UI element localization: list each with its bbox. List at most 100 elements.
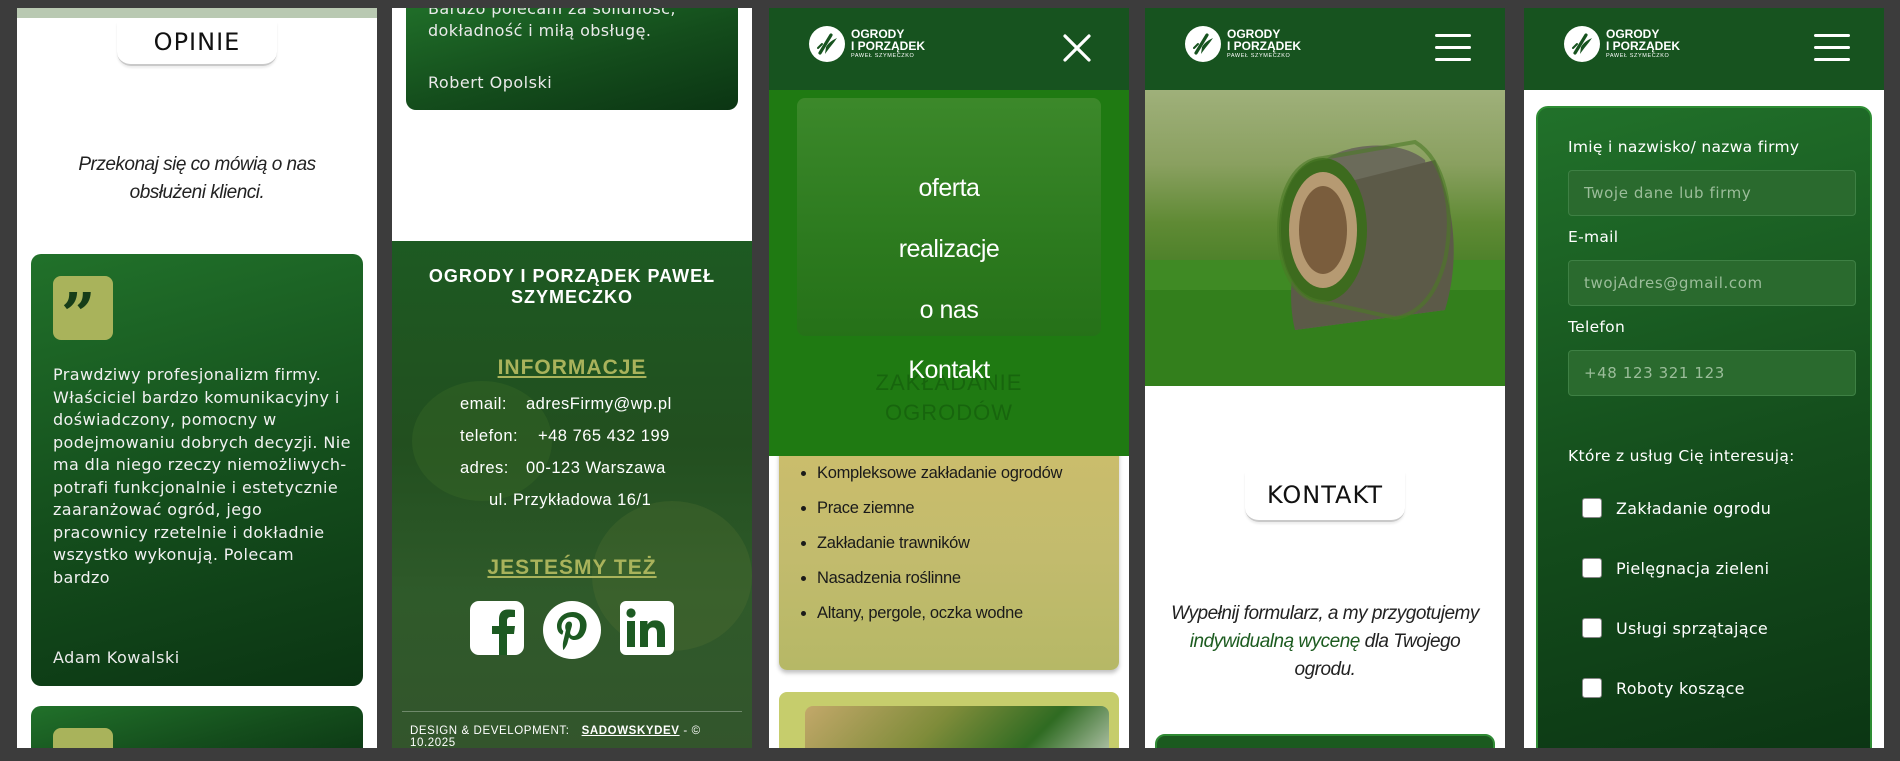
menu-item-o-nas[interactable]: o nas bbox=[769, 296, 1129, 325]
mobile-nav-menu: ZAKŁADANIE OGRODÓW oferta realizacje o n… bbox=[769, 90, 1129, 456]
email-input[interactable]: twojAdres@gmail.com bbox=[1568, 260, 1856, 306]
checkbox-box[interactable] bbox=[1582, 678, 1602, 698]
logo-wordmark: OGRODY I PORZĄDEK PAWEŁ SZYMECZKO bbox=[851, 28, 925, 60]
hamburger-menu-icon[interactable] bbox=[1814, 34, 1850, 62]
section-title-contact: KONTAKT bbox=[1245, 472, 1405, 522]
checkbox-box[interactable] bbox=[1582, 498, 1602, 518]
contact-lead: Wypełnij formularz, a my przygotujemy in… bbox=[1165, 600, 1485, 684]
logo-icon bbox=[1564, 26, 1600, 62]
footer-phone-label: telefon: bbox=[460, 427, 519, 445]
linkedin-icon[interactable] bbox=[620, 601, 674, 659]
contact-form-top-edge bbox=[1155, 734, 1495, 748]
screen-contact-intro: OGRODY I PORZĄDEK PAWEŁ SZYMECZKO KONTAK… bbox=[1145, 8, 1505, 748]
credits-label: DESIGN & DEVELOPMENT: bbox=[410, 725, 570, 737]
pinterest-icon[interactable] bbox=[543, 601, 601, 663]
review-card bbox=[31, 706, 363, 748]
service-list-item: Zakładanie trawników bbox=[817, 532, 1107, 554]
logo-line: PAWEŁ SZYMECZKO bbox=[1606, 53, 1670, 60]
screen-opinions: OPINIE Przekonaj się co mówią o nas obsł… bbox=[17, 8, 377, 748]
service-checkbox-sprzatanie[interactable]: Usługi sprzątające bbox=[1582, 618, 1768, 638]
screen-contact-form: OGRODY I PORZĄDEK PAWEŁ SZYMECZKO Imię i… bbox=[1524, 8, 1884, 748]
menu-item-realizacje[interactable]: realizacje bbox=[769, 235, 1129, 264]
site-header: OGRODY I PORZĄDEK PAWEŁ SZYMECZKO bbox=[1524, 8, 1884, 90]
quote-icon bbox=[53, 728, 113, 748]
header-edge bbox=[17, 8, 377, 18]
phone-label: Telefon bbox=[1568, 318, 1626, 336]
logo-wordmark: OGRODY I PORZĄDEK PAWEŁ SZYMECZKO bbox=[1606, 28, 1680, 60]
credits-brand-link[interactable]: SADOWSKYDEV bbox=[582, 725, 680, 737]
phone-input[interactable]: +48 123 321 123 bbox=[1568, 350, 1856, 396]
service-checkbox-pielegnacja[interactable]: Pielęgnacja zieleni bbox=[1582, 558, 1769, 578]
review-card: Bardzo polecam za solidność, dokładność … bbox=[406, 8, 738, 110]
hamburger-menu-icon[interactable] bbox=[1435, 34, 1471, 62]
logo-line: PAWEŁ SZYMECZKO bbox=[1227, 53, 1291, 60]
email-label: E-mail bbox=[1568, 228, 1619, 246]
footer-company-name: OGRODY I PORZĄDEK PAWEŁ SZYMECZKO bbox=[428, 266, 716, 307]
service-card: Kompleksowe zakładanie ogrodów Prace zie… bbox=[779, 448, 1119, 670]
review-author: Adam Kowalski bbox=[53, 648, 180, 667]
review-card: ” Prawdziwy profesjonalizm firmy. Właści… bbox=[31, 254, 363, 686]
footer-email[interactable]: email: adresFirmy@wp.pl bbox=[460, 395, 672, 414]
footer-address-line1: 00-123 Warszawa bbox=[526, 459, 666, 477]
name-label: Imię i nazwisko/ nazwa firmy bbox=[1568, 138, 1800, 156]
footer-email-label: email: bbox=[460, 395, 508, 413]
footer-info-heading[interactable]: INFORMACJE bbox=[392, 356, 752, 380]
review-text: Prawdziwy profesjonalizm firmy. Właścici… bbox=[53, 365, 351, 587]
logo-line: PAWEŁ SZYMECZKO bbox=[851, 53, 915, 60]
site-logo[interactable]: OGRODY I PORZĄDEK PAWEŁ SZYMECZKO bbox=[1564, 26, 1680, 62]
service-list: Kompleksowe zakładanie ogrodów Prace zie… bbox=[817, 462, 1107, 637]
contact-lead-part: Wypełnij formularz, a my przygotujemy bbox=[1171, 603, 1479, 624]
footer-address-label: adres: bbox=[460, 459, 509, 477]
logo-line: I PORZĄDEK bbox=[851, 39, 926, 54]
facebook-icon[interactable] bbox=[470, 601, 524, 659]
logo-wordmark: OGRODY I PORZĄDEK PAWEŁ SZYMECZKO bbox=[1227, 28, 1301, 60]
checkbox-label[interactable]: Zakładanie ogrodu bbox=[1616, 499, 1771, 518]
review-text-line: Bardzo polecam za solidność, bbox=[428, 8, 676, 18]
site-logo[interactable]: OGRODY I PORZĄDEK PAWEŁ SZYMECZKO bbox=[809, 26, 925, 62]
service-photo bbox=[805, 706, 1109, 748]
checkbox-label[interactable]: Pielęgnacja zieleni bbox=[1616, 559, 1769, 578]
logo-line: I PORZĄDEK bbox=[1606, 39, 1681, 54]
footer-address-line2: ul. Przykładowa 16/1 bbox=[489, 491, 652, 509]
footer-divider bbox=[402, 711, 742, 712]
site-logo[interactable]: OGRODY I PORZĄDEK PAWEŁ SZYMECZKO bbox=[1185, 26, 1301, 62]
checkbox-box[interactable] bbox=[1582, 618, 1602, 638]
services-question: Które z usług Cię interesują: bbox=[1568, 447, 1795, 465]
contact-lead-highlight: indywidualną wycenę bbox=[1189, 631, 1361, 652]
review-author: Robert Opolski bbox=[428, 73, 553, 92]
name-input[interactable]: Twoje dane lub firmy bbox=[1568, 170, 1856, 216]
footer-email-value[interactable]: adresFirmy@wp.pl bbox=[526, 395, 672, 413]
service-list-item: Kompleksowe zakładanie ogrodów bbox=[817, 462, 1107, 484]
footer-phone[interactable]: telefon: +48 765 432 199 bbox=[460, 427, 670, 446]
service-checkbox-zakladanie[interactable]: Zakładanie ogrodu bbox=[1582, 498, 1771, 518]
ghost-title-line: OGRODÓW bbox=[885, 400, 1013, 425]
section-title-opinions: OPINIE bbox=[117, 22, 277, 66]
footer-phone-value[interactable]: +48 765 432 199 bbox=[538, 427, 670, 445]
opinions-lead: Przekonaj się co mówią o nas obsłużeni k… bbox=[78, 154, 316, 203]
menu-item-kontakt[interactable]: Kontakt bbox=[769, 356, 1129, 385]
logo-icon bbox=[1185, 26, 1221, 62]
logo-icon bbox=[809, 26, 845, 62]
checkbox-label[interactable]: Roboty koszące bbox=[1616, 679, 1745, 698]
site-header: OGRODY I PORZĄDEK PAWEŁ SZYMECZKO bbox=[1145, 8, 1505, 90]
service-checkbox-koszenie[interactable]: Roboty koszące bbox=[1582, 678, 1745, 698]
service-list-item: Nasadzenia roślinne bbox=[817, 567, 1107, 589]
footer-address: adres: 00-123 Warszawa bbox=[460, 459, 666, 478]
close-icon[interactable] bbox=[1061, 32, 1093, 64]
review-text-line: dokładność i miłą obsługę. bbox=[428, 21, 652, 40]
checkbox-label[interactable]: Usługi sprzątające bbox=[1616, 619, 1768, 638]
logo-line: I PORZĄDEK bbox=[1227, 39, 1302, 54]
service-list-item: Prace ziemne bbox=[817, 497, 1107, 519]
screen-mobile-menu: Kompleksowe zakładanie ogrodów Prace zie… bbox=[769, 8, 1129, 748]
menu-item-oferta[interactable]: oferta bbox=[769, 174, 1129, 203]
service-list-item: Altany, pergole, oczka wodne bbox=[817, 602, 1107, 624]
contact-form: Imię i nazwisko/ nazwa firmy Twoje dane … bbox=[1536, 106, 1872, 748]
site-header: OGRODY I PORZĄDEK PAWEŁ SZYMECZKO bbox=[769, 8, 1129, 90]
hero-image-turf-roll bbox=[1145, 90, 1505, 386]
quote-icon: ” bbox=[53, 276, 113, 351]
screen-footer: Bardzo polecam za solidność, dokładność … bbox=[392, 8, 752, 748]
site-footer: OGRODY I PORZĄDEK PAWEŁ SZYMECZKO INFORM… bbox=[392, 241, 752, 748]
footer-credits: DESIGN & DEVELOPMENT: SADOWSKYDEV - © 10.… bbox=[410, 725, 750, 748]
checkbox-box[interactable] bbox=[1582, 558, 1602, 578]
footer-social-heading: JESTEŚMY TEŻ bbox=[487, 556, 657, 579]
